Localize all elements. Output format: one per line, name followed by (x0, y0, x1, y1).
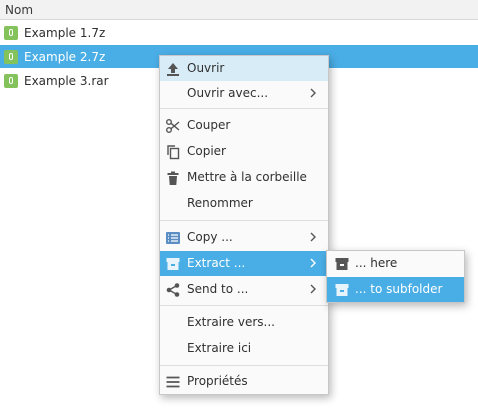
properties-icon (166, 376, 180, 388)
file-name: Example 2.7z (24, 49, 106, 64)
scissors-icon (166, 119, 180, 133)
menu-item-label: Copier (187, 144, 226, 158)
extract-submenu: ... here ... to subfolder (326, 250, 465, 303)
menu-item-label: Extraire vers... (187, 315, 275, 329)
archive-file-icon (4, 49, 18, 64)
menu-item-couper[interactable]: Couper (160, 113, 328, 138)
menu-item-label: Ouvrir avec... (187, 86, 269, 100)
menu-item-proprietes[interactable]: Propriétés (160, 369, 328, 394)
menu-item-extract[interactable]: Extract ... (160, 251, 328, 276)
chevron-right-icon (310, 258, 316, 268)
menu-item-label: Propriétés (187, 374, 248, 388)
menu-item-label: Ouvrir (187, 61, 225, 75)
copy-icon (167, 145, 180, 160)
trash-icon (167, 171, 179, 185)
file-name: Example 1.7z (24, 25, 106, 40)
menu-item-copy[interactable]: Copy ... (160, 225, 328, 250)
menu-item-label: Copy ... (187, 230, 233, 244)
archive-icon (335, 258, 349, 270)
menu-item-ouvrir[interactable]: Ouvrir (160, 56, 328, 81)
submenu-item-here[interactable]: ... here (327, 251, 464, 276)
chevron-right-icon (310, 284, 316, 294)
share-icon (166, 283, 180, 297)
menu-separator (160, 220, 328, 221)
submenu-item-to-subfolder[interactable]: ... to subfolder (327, 277, 464, 302)
menu-separator (160, 305, 328, 306)
menu-item-renommer[interactable]: Renommer (160, 191, 328, 216)
menu-item-label: ... to subfolder (355, 282, 443, 296)
menu-item-send-to[interactable]: Send to ... (160, 277, 328, 302)
archive-icon (166, 258, 180, 270)
menu-item-extraire-ici[interactable]: Extraire ici (160, 336, 328, 361)
context-menu: Ouvrir Ouvrir avec... Couper Copier Mett… (159, 55, 329, 395)
column-header-name[interactable]: Nom (0, 0, 478, 20)
menu-item-extraire-vers[interactable]: Extraire vers... (160, 310, 328, 335)
menu-item-label: Renommer (187, 196, 253, 210)
folder-list-icon (166, 232, 180, 244)
menu-item-copier[interactable]: Copier (160, 139, 328, 164)
menu-item-label: Couper (187, 118, 231, 132)
archive-file-icon (4, 25, 18, 40)
menu-separator (160, 365, 328, 366)
menu-item-label: Send to ... (187, 282, 249, 296)
menu-separator (160, 108, 328, 109)
archive-icon (335, 284, 349, 296)
menu-item-label: ... here (355, 256, 398, 270)
file-row[interactable]: Example 1.7z (0, 21, 478, 44)
file-name: Example 3.rar (24, 73, 109, 88)
menu-item-ouvrir-avec[interactable]: Ouvrir avec... (160, 81, 328, 106)
archive-file-icon (4, 73, 18, 88)
column-header-label: Nom (5, 3, 34, 17)
menu-item-corbeille[interactable]: Mettre à la corbeille (160, 165, 328, 190)
upload-icon (167, 63, 179, 76)
menu-item-label: Mettre à la corbeille (187, 170, 307, 184)
chevron-right-icon (310, 232, 316, 242)
menu-item-label: Extraire ici (187, 341, 252, 355)
chevron-right-icon (310, 88, 316, 98)
menu-item-label: Extract ... (187, 256, 246, 270)
